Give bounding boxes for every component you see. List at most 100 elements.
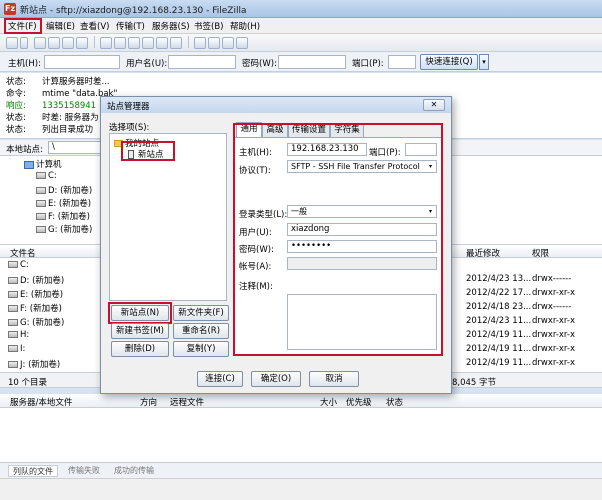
tab-transfer-settings[interactable]: 传输设置	[288, 123, 330, 137]
drive-icon	[8, 291, 18, 298]
menu-transfer[interactable]: 传输(T)	[116, 20, 145, 32]
site-manager-icon[interactable]	[6, 37, 18, 49]
toggle-remote-tree-icon[interactable]	[62, 37, 74, 49]
quickconnect-dropdown-icon[interactable]: ▾	[479, 54, 489, 70]
delete-button[interactable]: 删除(D)	[111, 341, 169, 357]
local-path-input[interactable]: \	[48, 141, 102, 154]
tree-item-label: C:	[48, 171, 57, 181]
tree-item-drive[interactable]: G: (新加卷)	[36, 223, 92, 235]
file-permissions: drwxr-xr-x	[532, 288, 575, 298]
tree-item-drive[interactable]: F: (新加卷)	[36, 210, 90, 222]
tab-queued-files[interactable]: 列队的文件	[8, 465, 58, 477]
tree-item-drive[interactable]: C:	[36, 171, 57, 181]
file-modified: 2012/4/18 23...	[466, 302, 532, 312]
drive-icon	[8, 261, 18, 268]
file-name-text: E: (新加卷)	[20, 290, 64, 300]
menu-view[interactable]: 查看(V)	[80, 20, 109, 32]
file-name: I:	[8, 344, 25, 354]
protocol-value: SFTP - SSH File Transfer Protocol	[291, 162, 420, 171]
site-manager-dropdown-icon[interactable]	[20, 37, 28, 49]
queue-col-direction[interactable]: 方向	[140, 396, 157, 408]
quick-password-input[interactable]	[278, 55, 346, 69]
file-name: E: (新加卷)	[8, 288, 63, 300]
queue-col-remote[interactable]: 远程文件	[170, 396, 204, 408]
account-label: 帐号(A):	[239, 262, 272, 272]
menu-edit[interactable]: 编辑(E)	[46, 20, 75, 32]
directory-listing-filters-icon[interactable]	[170, 37, 182, 49]
queue-col-status[interactable]: 状态	[386, 396, 403, 408]
toggle-log-icon[interactable]	[34, 37, 46, 49]
file-name-text: I:	[20, 344, 26, 354]
refresh-icon[interactable]	[100, 37, 112, 49]
tree-item-drive[interactable]: E: (新加卷)	[36, 197, 91, 209]
drive-icon	[8, 361, 18, 368]
tab-general[interactable]: 通用	[236, 122, 262, 137]
remote-size-summary: 8,045 字节	[452, 378, 497, 388]
file-name-text: F: (新加卷)	[20, 304, 62, 314]
tab-failed-transfers[interactable]: 传输失败	[64, 465, 104, 477]
quick-user-input[interactable]	[168, 55, 236, 69]
queue-col-priority[interactable]: 优先级	[346, 396, 372, 408]
comment-textarea[interactable]	[287, 294, 437, 350]
drive-icon	[36, 187, 46, 194]
quick-user-label: 用户名(U):	[126, 59, 168, 69]
log-line: 状态: 列出目录成功	[6, 123, 93, 135]
toggle-queue-icon[interactable]	[76, 37, 88, 49]
file-name-text: J: (新加卷)	[20, 360, 61, 370]
menu-file[interactable]: 文件(F)	[8, 20, 37, 32]
quickconnect-button[interactable]: 快速连接(Q)	[420, 54, 478, 70]
search-remote-files-icon[interactable]	[222, 37, 234, 49]
log-line: 状态: 时差: 服务器为	[6, 111, 99, 123]
connect-button[interactable]: 连接(C)	[197, 371, 243, 387]
local-site-label: 本地站点:	[6, 145, 43, 155]
tree-item-label: 计算机	[36, 160, 62, 170]
new-bookmark-button[interactable]: 新建书签(M)	[111, 323, 169, 339]
reconnect-icon[interactable]	[156, 37, 168, 49]
protocol-select[interactable]: SFTP - SSH File Transfer Protocol ▾	[287, 160, 437, 173]
tree-item-computer[interactable]: 计算机	[24, 158, 62, 170]
copy-button[interactable]: 复制(Y)	[173, 341, 229, 357]
host-input[interactable]: 192.168.23.130	[287, 143, 367, 156]
tree-item-label: 新站点	[138, 150, 164, 160]
account-input[interactable]	[287, 257, 437, 270]
drive-icon	[8, 319, 18, 326]
password-input[interactable]: ••••••••	[287, 240, 437, 253]
user-input[interactable]: xiazdong	[287, 223, 437, 236]
new-folder-button[interactable]: 新文件夹(F)	[173, 305, 229, 321]
tab-successful-transfers[interactable]: 成功的传输	[110, 465, 158, 477]
log-text: 计算服务器时差...	[42, 77, 110, 87]
logon-type-select[interactable]: 一般 ▾	[287, 205, 437, 218]
cancel-operation-icon[interactable]	[128, 37, 140, 49]
disconnect-icon[interactable]	[142, 37, 154, 49]
menu-help[interactable]: 帮助(H)	[230, 20, 260, 32]
cancel-button[interactable]: 取消	[309, 371, 359, 387]
tree-item-drive[interactable]: D: (新加卷)	[36, 184, 92, 196]
file-name: F: (新加卷)	[8, 302, 62, 314]
file-permissions: drwxr-xr-x	[532, 358, 575, 368]
process-queue-icon[interactable]	[114, 37, 126, 49]
quick-pass-label: 密码(W):	[242, 59, 277, 69]
file-permissions: drwxr-xr-x	[532, 330, 575, 340]
tab-charset[interactable]: 字符集	[330, 123, 364, 137]
ok-button[interactable]: 确定(O)	[251, 371, 301, 387]
port-input[interactable]	[405, 143, 437, 156]
tree-item-new-site[interactable]: 新站点	[128, 148, 164, 160]
close-icon[interactable]: ✕	[423, 99, 445, 111]
sync-browsing-icon[interactable]	[208, 37, 220, 49]
quick-port-label: 端口(P):	[352, 59, 384, 69]
menu-server[interactable]: 服务器(S)	[152, 20, 190, 32]
queue-col-server[interactable]: 服务器/本地文件	[10, 396, 72, 408]
compare-directories-icon[interactable]	[194, 37, 206, 49]
binoculars-icon[interactable]	[236, 37, 248, 49]
queue-list	[0, 408, 602, 462]
comment-label: 注释(M):	[239, 282, 273, 292]
menu-bookmarks[interactable]: 书签(B)	[194, 20, 223, 32]
rename-button[interactable]: 重命名(R)	[173, 323, 229, 339]
tab-advanced[interactable]: 高级	[262, 123, 288, 137]
queue-col-size[interactable]: 大小	[320, 396, 337, 408]
file-modified: 2012/4/23 11...	[466, 316, 532, 326]
new-site-button[interactable]: 新站点(N)	[111, 305, 169, 321]
toggle-local-tree-icon[interactable]	[48, 37, 60, 49]
quick-port-input[interactable]	[388, 55, 416, 69]
quick-host-input[interactable]	[44, 55, 120, 69]
